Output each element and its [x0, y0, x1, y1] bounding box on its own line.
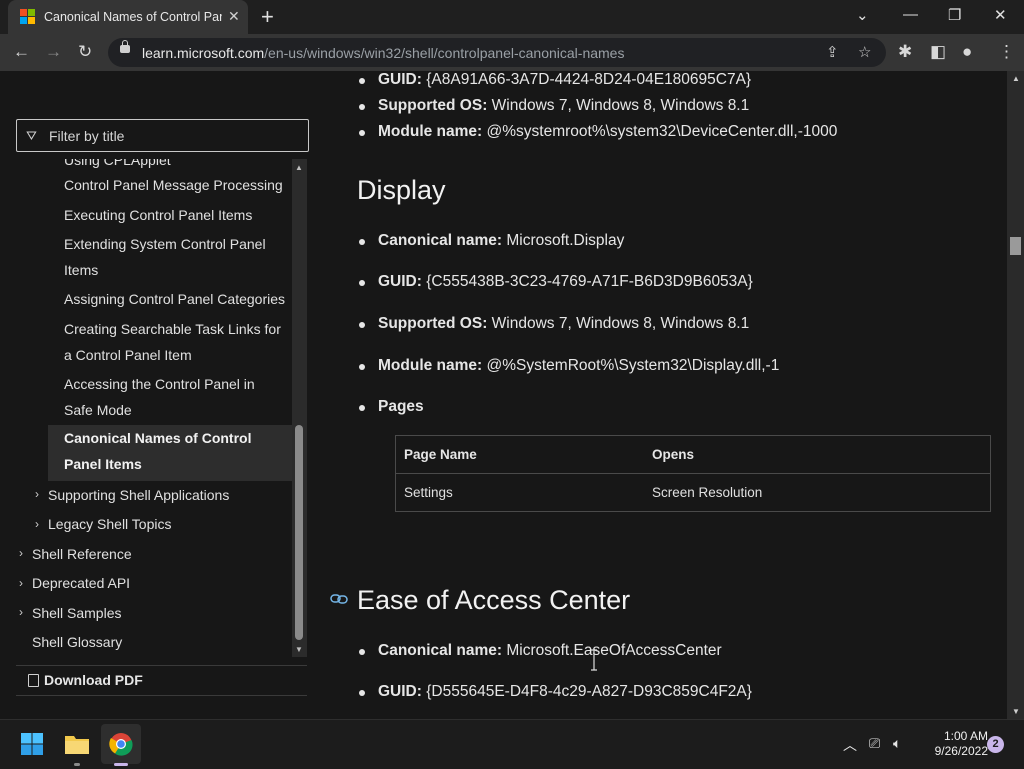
toc-item[interactable]: Creating Searchable Task Links for a Con…	[64, 316, 290, 368]
tab-title: Canonical Names of Control Panel Items	[44, 10, 222, 24]
article-content: GUID: {A8A91A66-3A7D-4424-8D24-04E180695…	[330, 71, 1006, 719]
table-header: Page Name	[395, 435, 644, 474]
toc-item[interactable]: Shell Reference	[32, 541, 132, 567]
toc-item[interactable]: Legacy Shell Topics	[48, 511, 171, 537]
toc-scrollbar[interactable]: ▲ ▼	[292, 159, 307, 657]
filter-icon: ⛛	[26, 128, 37, 143]
toc-item[interactable]: Accessing the Control Panel in Safe Mode	[64, 371, 286, 423]
table-header-row: Page Name Opens	[395, 435, 991, 474]
new-tab-icon[interactable]: +	[261, 4, 274, 30]
menu-icon[interactable]: ⋮	[998, 42, 1015, 62]
list-item: Supported OS: Windows 7, Windows 8, Wind…	[358, 97, 750, 114]
browser-toolbar: ← → ↻ learn.microsoft.com/en-us/windows/…	[0, 34, 1024, 71]
clock[interactable]: 1:00 AM 9/26/2022	[916, 729, 988, 759]
toc-item[interactable]: Executing Control Panel Items	[64, 202, 252, 228]
url-text[interactable]: learn.microsoft.com/en-us/windows/win32/…	[142, 45, 624, 61]
table-header: Opens	[644, 435, 991, 474]
list-item: Supported OS: Windows 7, Windows 8, Wind…	[358, 315, 750, 332]
text-cursor-icon	[591, 649, 597, 671]
toc-item[interactable]: Control Panel Message Processing	[64, 172, 283, 198]
page-viewport: ⛛ Using CPLApplet Control Panel Message …	[0, 71, 1024, 719]
toc-item[interactable]: Shell Glossary	[32, 629, 122, 655]
close-window-icon[interactable]: ✕	[994, 6, 1007, 24]
chevron-right-icon[interactable]: ›	[19, 605, 23, 619]
list-item: Module name: @%SystemRoot%\System32\Disp…	[358, 357, 780, 374]
table-cell: Screen Resolution	[652, 485, 763, 500]
share-icon[interactable]: ⇪	[826, 43, 839, 61]
section-heading: Ease of Access Center	[357, 585, 631, 615]
windows-logo-icon	[20, 9, 36, 25]
chevron-up-icon[interactable]: ︿	[843, 735, 857, 755]
back-icon[interactable]: ←	[13, 42, 30, 62]
list-item: GUID: {D555645E-D4F8-4c29-A827-D93C859C4…	[359, 683, 752, 700]
toc-item[interactable]: Deprecated API	[32, 570, 130, 596]
chevron-right-icon[interactable]: ›	[19, 546, 23, 560]
list-item: GUID: {A8A91A66-3A7D-4424-8D24-04E180695…	[358, 71, 752, 88]
filter-input[interactable]	[47, 125, 301, 147]
network-icon[interactable]: ⎚	[869, 735, 880, 752]
scroll-down-icon[interactable]: ▼	[295, 645, 303, 654]
side-panel-icon[interactable]: ◧	[930, 42, 946, 62]
toc-item-active[interactable]: Canonical Names of Control Panel Items	[48, 425, 292, 481]
list-item: Canonical name: Microsoft.EaseOfAccessCe…	[359, 642, 722, 659]
minimize-icon[interactable]: —	[903, 6, 918, 23]
pdf-icon	[28, 674, 39, 687]
chrome-icon[interactable]	[109, 732, 133, 756]
browser-tab[interactable]: Canonical Names of Control Panel Items ✕	[8, 0, 248, 34]
page-scroll-thumb[interactable]	[1010, 237, 1021, 255]
file-explorer-icon[interactable]	[64, 732, 90, 756]
star-icon[interactable]: ☆	[858, 43, 871, 61]
chevron-down-icon[interactable]: ⌄	[856, 6, 869, 24]
filter-box: ⛛	[16, 119, 309, 152]
address-bar[interactable]: learn.microsoft.com/en-us/windows/win32/…	[108, 38, 886, 67]
list-item: Pages	[359, 398, 424, 415]
chevron-right-icon[interactable]: ›	[19, 576, 23, 590]
profile-icon[interactable]: ●	[962, 42, 972, 62]
extensions-icon[interactable]: ✱	[898, 42, 912, 62]
list-item: GUID: {C555438B-3C23-4769-A71F-B6D3D9B60…	[359, 273, 753, 290]
app-active-indicator	[114, 763, 128, 766]
restore-icon[interactable]: ❐	[948, 6, 961, 24]
clock-date: 9/26/2022	[934, 744, 988, 758]
taskbar: ︿ ⎚ 🔈︎ 1:00 AM 9/26/2022 2	[0, 719, 1024, 769]
start-icon[interactable]	[20, 732, 44, 756]
toc-scroll-thumb[interactable]	[295, 425, 303, 640]
table-cell: Settings	[404, 485, 453, 500]
section-heading: Display	[357, 175, 446, 205]
toc-item[interactable]: Assigning Control Panel Categories	[64, 286, 285, 312]
close-icon[interactable]: ✕	[228, 8, 240, 25]
link-icon[interactable]	[330, 593, 348, 605]
app-running-indicator	[74, 763, 80, 766]
lock-icon[interactable]	[120, 40, 130, 53]
toc-item[interactable]: Using CPLApplet	[64, 159, 171, 173]
page-scrollbar[interactable]: ▲ ▼	[1007, 71, 1024, 719]
toc-item[interactable]: Supporting Shell Applications	[48, 482, 229, 508]
divider	[16, 665, 307, 666]
pages-table: Page Name Opens Settings Screen Resoluti…	[395, 435, 991, 512]
forward-icon[interactable]: →	[45, 42, 62, 62]
clock-time: 1:00 AM	[943, 729, 988, 743]
chevron-right-icon[interactable]: ›	[35, 487, 39, 501]
list-item: Canonical name: Microsoft.Display	[358, 232, 625, 249]
divider	[16, 695, 307, 696]
scroll-up-icon[interactable]: ▲	[1012, 74, 1020, 83]
notification-badge[interactable]: 2	[987, 736, 1004, 753]
tab-strip: Canonical Names of Control Panel Items ✕…	[0, 0, 1024, 34]
scroll-down-icon[interactable]: ▼	[1012, 707, 1020, 716]
scroll-up-icon[interactable]: ▲	[295, 163, 303, 172]
list-item: Module name: @%systemroot%\system32\Devi…	[358, 123, 838, 140]
volume-icon[interactable]: 🔈︎	[893, 735, 901, 752]
reload-icon[interactable]: ↻	[78, 42, 92, 62]
chevron-right-icon[interactable]: ›	[35, 517, 39, 531]
toc-item[interactable]: Shell Samples	[32, 600, 122, 626]
toc-item[interactable]: Extending System Control Panel Items	[64, 231, 286, 283]
toc-nav: Using CPLApplet Control Panel Message Pr…	[16, 159, 292, 657]
table-row: Settings Screen Resolution	[396, 474, 991, 512]
